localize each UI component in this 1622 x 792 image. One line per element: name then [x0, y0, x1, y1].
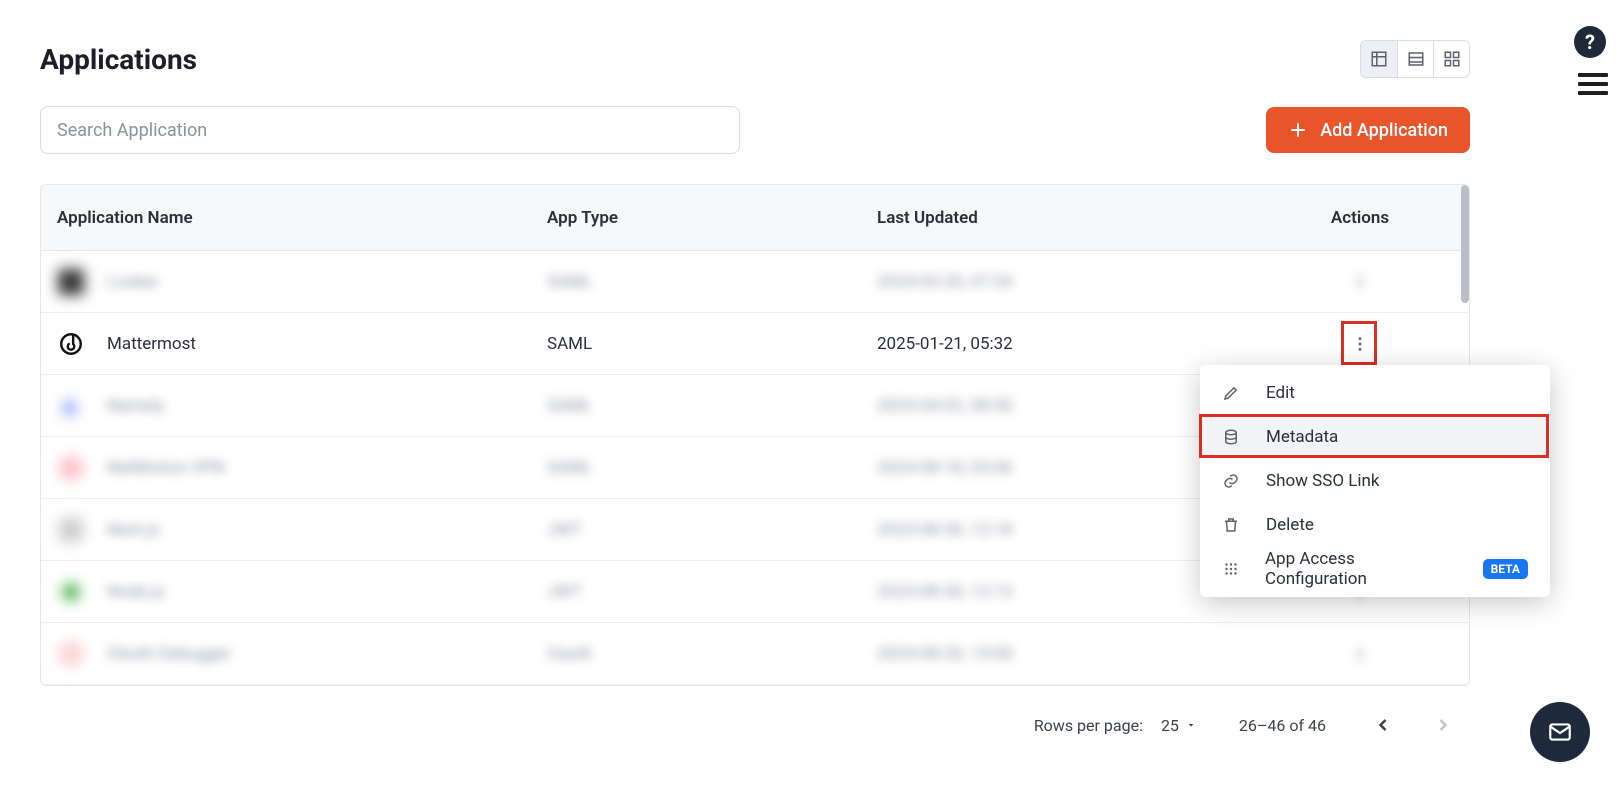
view-table-button[interactable] — [1361, 41, 1397, 77]
caret-down-icon — [1185, 719, 1197, 731]
row-actions-button[interactable] — [1345, 329, 1375, 359]
looker-icon — [57, 268, 85, 296]
menu-item-label: Metadata — [1266, 427, 1338, 447]
app-type: JWT — [547, 582, 877, 602]
nextjs-icon — [57, 516, 85, 544]
app-type: SAML — [547, 272, 877, 292]
nodejs-icon — [57, 578, 85, 606]
app-updated: 2025-01-21, 05:32 — [877, 334, 1267, 354]
netmotion-icon — [57, 454, 85, 482]
app-name: NetMotion VPN — [107, 458, 225, 478]
menu-item-label: Delete — [1266, 515, 1314, 535]
app-updated: 2024-08-20, 15:00 — [877, 644, 1267, 664]
row-actions-button[interactable] — [1345, 639, 1375, 669]
pagination: Rows per page: 25 26–46 of 46 — [40, 686, 1502, 746]
scrollbar[interactable] — [1461, 185, 1469, 303]
search-input[interactable] — [40, 106, 740, 154]
help-fab[interactable]: ? — [1574, 26, 1606, 58]
link-icon — [1222, 472, 1242, 490]
app-type: SAML — [547, 458, 877, 478]
page-title: Applications — [40, 43, 197, 76]
app-updated: 2024-03-20, 07:34 — [877, 272, 1267, 292]
menu-item-label: App Access Configuration — [1265, 549, 1451, 589]
app-name: Mattermost — [107, 334, 196, 354]
menu-item-access[interactable]: App Access Configuration BETA — [1200, 547, 1550, 591]
pagination-prev-button[interactable] — [1362, 704, 1404, 746]
menu-item-edit[interactable]: Edit — [1200, 371, 1550, 415]
rows-per-page-select[interactable]: 25 — [1161, 716, 1197, 735]
col-header-updated: Last Updated — [877, 208, 1267, 228]
pagination-next-button[interactable] — [1422, 704, 1464, 746]
app-name: Node.js — [107, 582, 165, 602]
app-type: Oauth — [547, 644, 877, 664]
menu-item-label: Edit — [1266, 383, 1295, 403]
menu-item-delete[interactable]: Delete — [1200, 503, 1550, 547]
plus-icon — [1288, 120, 1308, 140]
app-type: SAML — [547, 334, 877, 354]
col-header-actions: Actions — [1267, 208, 1453, 228]
add-application-label: Add Application — [1320, 120, 1448, 141]
app-type: JWT — [547, 520, 877, 540]
chevron-right-icon — [1433, 715, 1453, 735]
menu-item-label: Show SSO Link — [1266, 471, 1380, 491]
row-actions-menu: Edit Metadata Show SSO Link Delete App Acces… — [1200, 365, 1550, 597]
grid-dots-icon — [1222, 560, 1241, 578]
app-name: Next.js — [107, 520, 159, 540]
app-name: Namely — [107, 396, 164, 416]
table-row[interactable]: OAuth Debugger Oauth2024-08-20, 15:00 — [41, 623, 1469, 685]
pagination-range: 26–46 of 46 — [1239, 716, 1326, 735]
help-icon: ? — [1585, 30, 1595, 54]
add-application-button[interactable]: Add Application — [1266, 107, 1470, 153]
namely-icon — [57, 392, 85, 420]
trash-icon — [1222, 516, 1242, 534]
row-actions-button[interactable] — [1345, 267, 1375, 297]
grid-view-icon — [1443, 50, 1461, 68]
mattermost-icon — [57, 330, 85, 358]
app-name: OAuth Debugger — [107, 644, 231, 664]
col-header-name: Application Name — [57, 208, 547, 228]
table-row[interactable]: Looker SAML2024-03-20, 07:34 — [41, 251, 1469, 313]
app-type: SAML — [547, 396, 877, 416]
view-toggle — [1360, 40, 1470, 78]
view-grid-button[interactable] — [1433, 41, 1469, 77]
rows-per-page-label: Rows per page: — [1034, 716, 1143, 735]
app-name: Looker — [107, 272, 159, 292]
list-view-icon — [1407, 50, 1425, 68]
database-icon — [1222, 428, 1242, 446]
beta-badge: BETA — [1483, 559, 1528, 579]
mail-fab[interactable] — [1530, 702, 1590, 762]
oauth-icon — [57, 640, 85, 668]
mail-icon — [1547, 719, 1573, 745]
pencil-icon — [1222, 384, 1242, 402]
view-list-button[interactable] — [1397, 41, 1433, 77]
rows-per-page-value: 25 — [1161, 716, 1179, 735]
col-header-type: App Type — [547, 208, 877, 228]
table-view-icon — [1370, 50, 1388, 68]
menu-item-metadata[interactable]: Metadata — [1200, 415, 1550, 459]
main-menu-button[interactable] — [1578, 68, 1608, 100]
menu-item-sso[interactable]: Show SSO Link — [1200, 459, 1550, 503]
chevron-left-icon — [1373, 715, 1393, 735]
